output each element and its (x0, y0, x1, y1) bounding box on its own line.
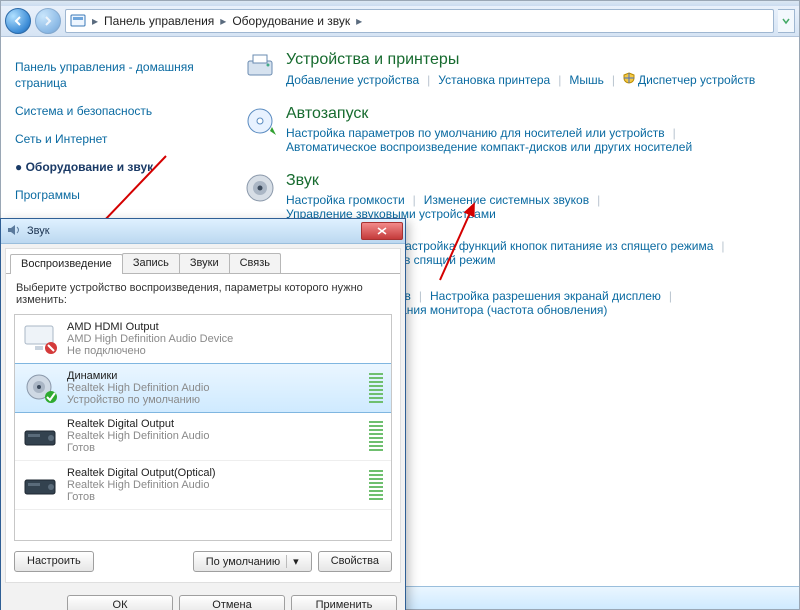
link-partial[interactable]: е из спящего режима (595, 239, 713, 253)
chevron-right-icon: ▸ (356, 14, 362, 28)
receiver-icon (23, 470, 59, 500)
device-name: AMD HDMI Output (67, 321, 233, 333)
link-partial[interactable]: й дисплею (602, 289, 661, 303)
chevron-right-icon: ▸ (220, 14, 226, 28)
tab-playback[interactable]: Воспроизведение (10, 254, 123, 274)
device-sub: Realtek High Definition Audio (67, 479, 216, 491)
device-item-digital-optical[interactable]: Realtek Digital Output(Optical) Realtek … (15, 461, 391, 510)
category-title[interactable]: Устройства и принтеры (286, 51, 755, 69)
device-item-digital[interactable]: Realtek Digital Output Realtek High Defi… (15, 412, 391, 461)
device-name: Realtek Digital Output(Optical) (67, 467, 216, 479)
dialog-footer: ОК Отмена Применить (1, 587, 405, 610)
back-button[interactable] (5, 8, 31, 34)
configure-button[interactable]: Настроить (14, 551, 94, 572)
tab-sounds[interactable]: Звуки (179, 253, 230, 273)
link-volume[interactable]: Настройка громкости (286, 193, 405, 207)
shield-icon (623, 72, 635, 87)
link-power-buttons[interactable]: Настройка функций кнопок питания (396, 239, 595, 253)
device-status: Готов (67, 442, 209, 454)
sidebar-item-home[interactable]: Панель управления - домашняя страница (15, 59, 220, 91)
device-item-hdmi[interactable]: AMD HDMI Output AMD High Definition Audi… (15, 315, 391, 364)
link-autoplay-cd[interactable]: Автоматическое воспроизведение компакт-д… (286, 140, 692, 154)
apply-button[interactable]: Применить (291, 595, 397, 610)
breadcrumb-seg-1[interactable]: Панель управления (104, 14, 214, 28)
sidebar-item-network[interactable]: Сеть и Интернет (15, 131, 220, 147)
device-sub: AMD High Definition Audio Device (67, 333, 233, 345)
level-meter (369, 373, 383, 403)
level-meter (369, 470, 383, 500)
properties-button[interactable]: Свойства (318, 551, 392, 572)
sidebar-item-hardware-sound[interactable]: Оборудование и звук (15, 159, 220, 175)
device-list[interactable]: AMD HDMI Output AMD High Definition Audi… (14, 314, 392, 541)
close-button[interactable] (361, 222, 403, 240)
category-autoplay: Автозапуск Настройка параметров по умолч… (244, 105, 789, 154)
device-item-speakers[interactable]: Динамики Realtek High Definition Audio У… (14, 363, 392, 413)
control-panel-icon (70, 13, 86, 29)
device-status: Готов (67, 491, 216, 503)
sidebar-item-programs[interactable]: Программы (15, 187, 220, 203)
category-sound: Звук Настройка громкости| Изменение сист… (244, 172, 789, 221)
link-autoplay-defaults[interactable]: Настройка параметров по умолчанию для но… (286, 126, 665, 140)
ok-button[interactable]: ОК (67, 595, 173, 610)
chevron-down-icon: ▾ (286, 555, 299, 568)
link-resolution[interactable]: Настройка разрешения экрана (430, 289, 602, 303)
chevron-right-icon: ▸ (92, 14, 98, 28)
breadcrumb-seg-2[interactable]: Оборудование и звук (232, 14, 350, 28)
monitor-icon (23, 324, 59, 354)
link-install-printer[interactable]: Установка принтера (438, 73, 550, 87)
set-default-button[interactable]: По умолчанию ▾ (193, 551, 312, 572)
receiver-icon (23, 421, 59, 451)
category-title[interactable]: Автозапуск (286, 105, 789, 123)
speaker-icon (23, 373, 59, 403)
link-device-manager[interactable]: Диспетчер устройств (638, 73, 755, 87)
speaker-icon (7, 223, 21, 240)
device-status: Не подключено (67, 345, 233, 357)
forward-button[interactable] (35, 8, 61, 34)
printer-icon (244, 51, 276, 83)
dialog-tabs: Воспроизведение Запись Звуки Связь (6, 249, 400, 274)
tab-communications[interactable]: Связь (229, 253, 281, 273)
sidebar-item-system[interactable]: Система и безопасность (15, 103, 220, 119)
dialog-instruction: Выберите устройство воспроизведения, пар… (16, 282, 390, 306)
breadcrumb[interactable]: ▸ Панель управления ▸ Оборудование и зву… (65, 9, 774, 33)
speaker-icon (244, 172, 276, 204)
device-sub: Realtek High Definition Audio (67, 430, 209, 442)
device-status: Устройство по умолчанию (67, 394, 209, 406)
navbar: ▸ Панель управления ▸ Оборудование и зву… (1, 6, 799, 37)
dialog-titlebar[interactable]: Звук (1, 219, 405, 244)
breadcrumb-dropdown[interactable] (778, 9, 795, 33)
sound-dialog: Звук Воспроизведение Запись Звуки Связь … (0, 218, 406, 610)
device-name: Realtek Digital Output (67, 418, 209, 430)
link-mouse[interactable]: Мышь (569, 73, 604, 87)
category-title[interactable]: Звук (286, 172, 789, 190)
link-add-device[interactable]: Добавление устройства (286, 73, 419, 87)
link-system-sounds[interactable]: Изменение системных звуков (424, 193, 589, 207)
level-meter (369, 421, 383, 451)
dialog-title: Звук (27, 225, 355, 237)
category-devices-printers: Устройства и принтеры Добавление устройс… (244, 51, 789, 87)
device-name: Динамики (67, 370, 209, 382)
device-sub: Realtek High Definition Audio (67, 382, 209, 394)
autoplay-icon (244, 105, 276, 137)
tab-recording[interactable]: Запись (122, 253, 180, 273)
cancel-button[interactable]: Отмена (179, 595, 285, 610)
